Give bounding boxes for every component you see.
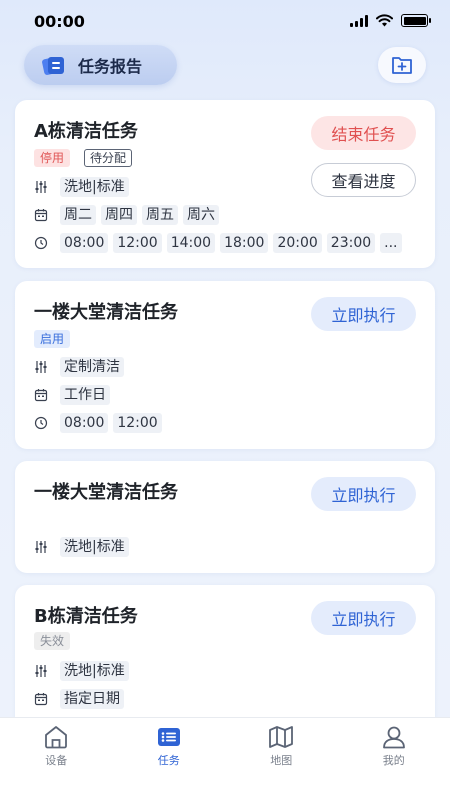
user-icon: [382, 726, 405, 749]
time-chip: 18:00: [220, 233, 269, 253]
task-title: B栋清洁任务: [34, 606, 138, 627]
task-card[interactable]: 一楼大堂清洁任务 洗地|标准 立即执行: [15, 461, 435, 573]
settings-sliders-icon: [35, 665, 47, 677]
time-chip: 20:00: [273, 233, 322, 253]
day-chip: 指定日期: [60, 689, 124, 709]
task-card[interactable]: 一楼大堂清洁任务 启用 定制清洁 工作日 08:00 12:00 立即执行: [15, 281, 435, 449]
tab-tasks[interactable]: 任务: [113, 718, 226, 800]
calendar-icon: [34, 389, 48, 402]
task-card[interactable]: B栋清洁任务 失效 洗地|标准 指定日期 立即执行: [15, 585, 435, 735]
days-row: 工作日: [34, 385, 110, 405]
status-icons: [350, 14, 431, 27]
mode-row: 定制清洁: [34, 357, 124, 377]
mode-chip: 定制清洁: [60, 357, 124, 377]
clock-icon: [34, 416, 48, 430]
day-chip: 周二: [60, 205, 96, 225]
add-folder-button[interactable]: [378, 47, 426, 83]
settings-sliders-icon: [35, 361, 47, 373]
status-badge-enabled: 启用: [34, 330, 71, 348]
time-chip: 12:00: [113, 233, 162, 253]
status-bar: 00:00: [0, 0, 450, 44]
settings-sliders-icon: [35, 181, 47, 193]
mode-row: 洗地|标准: [34, 537, 129, 557]
time-chip: 14:00: [166, 233, 216, 253]
report-icon: [42, 57, 64, 75]
times-row: 08:00 12:00 14:00 18:00 20:00 23:00 ...: [34, 233, 402, 253]
day-chip: 周四: [101, 205, 137, 225]
status-badge-pending: 待分配: [84, 149, 133, 167]
time-chip: 23:00: [326, 233, 376, 253]
task-report-label: 任务报告: [78, 57, 143, 76]
task-list-icon: [157, 728, 180, 746]
tab-devices[interactable]: 设备: [0, 718, 113, 800]
more-times-chip[interactable]: ...: [380, 233, 402, 253]
tab-label: 我的: [382, 754, 405, 767]
tab-profile[interactable]: 我的: [338, 718, 450, 800]
execute-now-button[interactable]: 立即执行: [311, 297, 416, 331]
execute-now-button[interactable]: 立即执行: [311, 601, 416, 635]
mode-chip: 洗地|标准: [60, 177, 129, 197]
day-chip: 周六: [183, 205, 219, 225]
wifi-icon: [376, 14, 393, 27]
execute-now-button[interactable]: 立即执行: [311, 477, 416, 511]
mode-chip: 洗地|标准: [60, 537, 129, 557]
tab-label: 地图: [270, 754, 293, 767]
battery-icon: [401, 14, 431, 27]
task-title: 一楼大堂清洁任务: [34, 302, 178, 323]
clock-icon: [34, 236, 48, 250]
time-chip: 12:00: [113, 413, 162, 433]
add-folder-icon: [392, 57, 412, 74]
map-icon: [269, 726, 294, 748]
settings-sliders-icon: [35, 541, 47, 553]
status-time: 00:00: [34, 12, 85, 31]
mode-row: 洗地|标准: [34, 177, 129, 197]
bottom-tab-bar: 设备 任务 地图 我的: [0, 717, 450, 800]
day-chip: 工作日: [60, 385, 110, 405]
time-chip: 08:00: [60, 233, 109, 253]
task-title: A栋清洁任务: [34, 121, 138, 142]
day-chip: 周五: [142, 205, 178, 225]
status-badge-disabled: 停用: [34, 149, 71, 167]
home-icon: [45, 726, 68, 749]
time-chip: 08:00: [60, 413, 109, 433]
task-title: 一楼大堂清洁任务: [34, 482, 178, 503]
view-progress-button[interactable]: 查看进度: [311, 163, 416, 197]
mode-row: 洗地|标准: [34, 661, 129, 681]
task-report-button[interactable]: 任务报告: [24, 45, 177, 85]
tab-label: 任务: [157, 754, 180, 767]
days-row: 周二 周四 周五 周六: [34, 205, 219, 225]
task-card[interactable]: A栋清洁任务 停用 待分配 洗地|标准 周二 周四 周五 周六 08:00 12…: [15, 100, 435, 268]
end-task-button[interactable]: 结束任务: [311, 116, 416, 150]
tab-label: 设备: [45, 754, 68, 767]
mode-chip: 洗地|标准: [60, 661, 129, 681]
days-row: 指定日期: [34, 689, 124, 709]
cellular-signal-icon: [350, 14, 368, 27]
tab-map[interactable]: 地图: [225, 718, 338, 800]
calendar-icon: [34, 693, 48, 706]
times-row: 08:00 12:00: [34, 413, 162, 433]
status-badge-expired: 失效: [34, 632, 71, 650]
calendar-icon: [34, 209, 48, 222]
